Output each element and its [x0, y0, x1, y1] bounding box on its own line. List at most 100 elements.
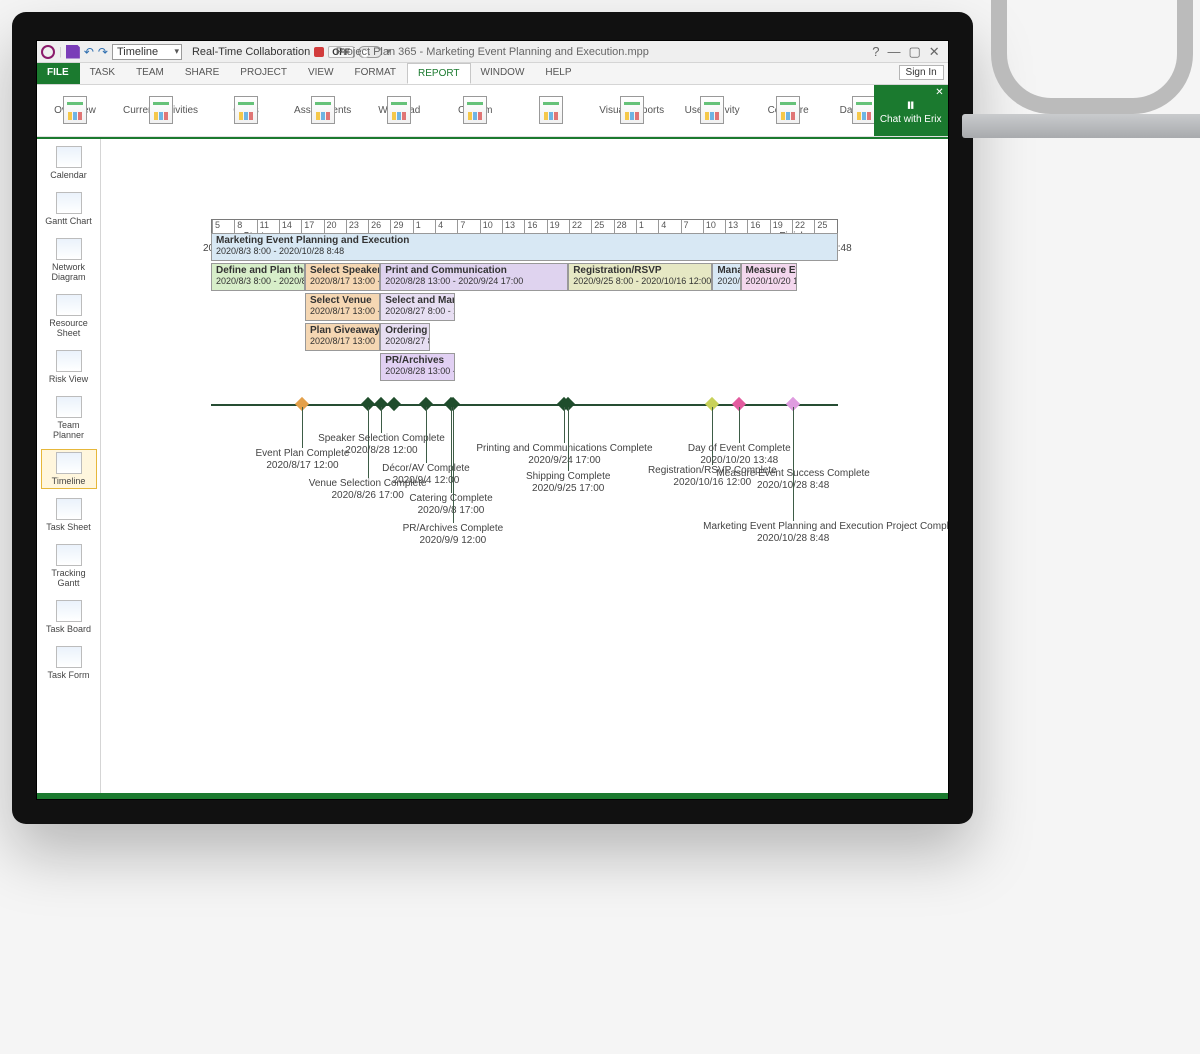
- view-task-sheet[interactable]: Task Sheet: [41, 495, 97, 535]
- view-label: Network Diagram: [42, 262, 96, 282]
- task-bar-speakers[interactable]: Select Speakers2020/8/17 13:00 - 20: [305, 263, 380, 291]
- task-bar-giveaways[interactable]: Plan Giveaways2020/8/17 13:00: [305, 323, 380, 351]
- monitor-frame: | ↶ ↷ Timeline Real-Time Collaboration O…: [12, 12, 973, 824]
- date-axis: 5811141720232629147101316192225281471013…: [211, 219, 838, 233]
- milestone-connector: [451, 407, 452, 493]
- ribbon-visual-reports[interactable]: Visual Reports: [599, 105, 664, 116]
- view-gantt-chart[interactable]: Gantt Chart: [41, 189, 97, 229]
- view-icon: [56, 294, 82, 316]
- view-network-diagram[interactable]: Network Diagram: [41, 235, 97, 285]
- axis-tick: 4: [658, 220, 666, 234]
- ribbon-custom[interactable]: Custom: [447, 105, 503, 116]
- view-resource-sheet[interactable]: Resource Sheet: [41, 291, 97, 341]
- close-chat-icon[interactable]: ✕: [935, 87, 943, 98]
- menu-tab-team[interactable]: TEAM: [126, 63, 175, 84]
- ribbon-icon: [539, 96, 563, 124]
- ribbon: Overview Current Activities Costs Assignmen…: [37, 85, 948, 137]
- axis-tick: 25: [591, 220, 604, 234]
- view-timeline[interactable]: Timeline: [41, 449, 97, 489]
- task-bar-mana[interactable]: Mana2020/: [712, 263, 740, 291]
- view-label: Gantt Chart: [45, 216, 92, 226]
- menu-tab-view[interactable]: VIEW: [298, 63, 345, 84]
- task-bar-print[interactable]: Print and Communication2020/8/28 13:00 -…: [380, 263, 568, 291]
- view-label: Risk View: [49, 374, 88, 384]
- menu-tab-file[interactable]: FILE: [37, 63, 80, 84]
- view-icon: [56, 498, 82, 520]
- view-task-board[interactable]: Task Board: [41, 597, 97, 637]
- view-label: Timeline: [52, 476, 86, 486]
- task-bar-venue[interactable]: Select Venue2020/8/17 13:00 -: [305, 293, 380, 321]
- ribbon-current-activities[interactable]: Current Activities: [123, 105, 198, 116]
- redo-icon[interactable]: ↷: [98, 45, 108, 59]
- axis-tick: 16: [524, 220, 537, 234]
- app-logo-icon[interactable]: [41, 45, 55, 59]
- axis-tick: 8: [234, 220, 242, 234]
- ribbon-workload[interactable]: Workload: [371, 105, 427, 116]
- milestone-connector: [426, 407, 427, 463]
- view-calendar[interactable]: Calendar: [41, 143, 97, 183]
- axis-tick: 19: [770, 220, 783, 234]
- ribbon-assignments[interactable]: Assignments: [294, 105, 351, 116]
- ribbon-user-activity[interactable]: User Activity: [684, 105, 740, 116]
- view-icon: [56, 238, 82, 260]
- milestone-label: Marketing Event Planning and Execution P…: [703, 521, 883, 545]
- view-selector-combo[interactable]: Timeline: [112, 44, 182, 60]
- view-label: Calendar: [50, 170, 87, 180]
- ribbon-risk[interactable]: Risk: [523, 105, 579, 116]
- view-icon: [56, 146, 82, 168]
- chat-with-erix-button[interactable]: ✕ ⏸ Chat with Erix: [874, 85, 948, 136]
- menu-tab-help[interactable]: HELP: [535, 63, 582, 84]
- ribbon-costs[interactable]: Costs: [218, 105, 274, 116]
- view-label: Task Board: [46, 624, 91, 634]
- axis-tick: 22: [792, 220, 805, 234]
- axis-tick: 19: [547, 220, 560, 234]
- milestone-label: Catering Complete2020/9/8 17:00: [361, 493, 541, 517]
- sign-in-button[interactable]: Sign In: [899, 65, 944, 80]
- ribbon-overview[interactable]: Overview: [47, 105, 103, 116]
- app-window: | ↶ ↷ Timeline Real-Time Collaboration O…: [36, 40, 949, 800]
- view-label: Task Form: [47, 670, 89, 680]
- task-bar-define[interactable]: Define and Plan the Event2020/8/3 8:00 -…: [211, 263, 305, 291]
- ribbon-icon: [700, 96, 724, 124]
- axis-tick: 25: [814, 220, 827, 234]
- ribbon-icon: [776, 96, 800, 124]
- task-bar-pr[interactable]: PR/Archives2020/8/28 13:00 - 2020/: [380, 353, 455, 381]
- menu-tab-project[interactable]: PROJECT: [230, 63, 298, 84]
- maximize-icon[interactable]: ▢: [908, 44, 920, 60]
- undo-icon[interactable]: ↶: [84, 45, 94, 59]
- minimize-icon[interactable]: —: [887, 44, 900, 60]
- view-bar: Calendar Gantt Chart Network Diagram Resour…: [37, 139, 101, 793]
- milestone-connector: [564, 407, 565, 443]
- ribbon-icon: [387, 96, 411, 124]
- menu-tab-window[interactable]: WINDOW: [471, 63, 536, 84]
- view-tracking-gantt[interactable]: Tracking Gantt: [41, 541, 97, 591]
- view-task-form[interactable]: Task Form: [41, 643, 97, 683]
- rtc-status-icon: [314, 47, 324, 57]
- pause-icon: ⏸: [906, 96, 915, 114]
- menu-tab-share[interactable]: SHARE: [175, 63, 230, 84]
- view-team-planner[interactable]: Team Planner: [41, 393, 97, 443]
- timeline-canvas[interactable]: Start2020/8/3 8:00 Finish2020/10/28 8:48…: [101, 139, 948, 793]
- task-bar-measure[interactable]: Measure Eve2020/10/20 13: [741, 263, 797, 291]
- view-label: Team Planner: [42, 420, 96, 440]
- menu-tab-format[interactable]: FORMAT: [345, 63, 407, 84]
- help-icon[interactable]: ?: [872, 44, 879, 60]
- view-risk-view[interactable]: Risk View: [41, 347, 97, 387]
- close-icon[interactable]: ✕: [929, 44, 940, 60]
- menu-tab-task[interactable]: TASK: [80, 63, 126, 84]
- milestone-label: Speaker Selection Complete2020/8/28 12:0…: [291, 433, 471, 457]
- axis-tick: 14: [279, 220, 292, 234]
- ribbon-icon: [149, 96, 173, 124]
- save-icon[interactable]: [66, 45, 80, 59]
- menu-tabs: FILETASKTEAMSHAREPROJECTVIEWFORMATREPORT…: [37, 63, 948, 85]
- task-bar-catering[interactable]: Select and Manage Cat2020/8/27 8:00 - 20…: [380, 293, 455, 321]
- view-icon: [56, 350, 82, 372]
- task-bar-root[interactable]: Marketing Event Planning and Execution20…: [211, 233, 838, 261]
- workspace: Calendar Gantt Chart Network Diagram Resour…: [37, 137, 948, 793]
- milestone-connector: [381, 407, 382, 433]
- axis-tick: 20: [324, 220, 337, 234]
- task-bar-decor[interactable]: Ordering Déco2020/8/27 8:00: [380, 323, 430, 351]
- task-bar-rsvp[interactable]: Registration/RSVP2020/9/25 8:00 - 2020/1…: [568, 263, 712, 291]
- ribbon-compare[interactable]: Compare: [760, 105, 816, 116]
- menu-tab-report[interactable]: REPORT: [407, 63, 471, 84]
